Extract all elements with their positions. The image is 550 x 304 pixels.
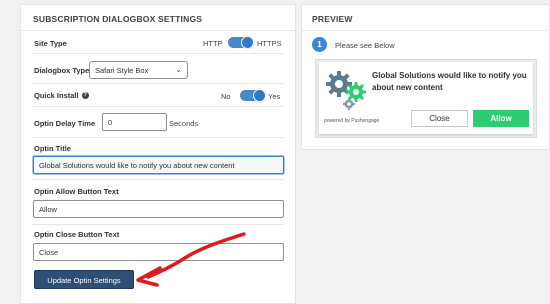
quick-install-label: Quick Install ? xyxy=(34,91,89,100)
settings-title: SUBSCRIPTION DIALOGBOX SETTINGS xyxy=(33,14,203,24)
divider xyxy=(32,53,284,54)
quick-install-off-label: No xyxy=(221,92,231,101)
quick-install-text: Quick Install xyxy=(34,91,79,100)
divider xyxy=(32,137,284,138)
divider xyxy=(301,30,550,31)
divider xyxy=(32,106,284,107)
optin-delay-label: Optin Delay Time xyxy=(34,119,96,128)
site-type-label: Site Type xyxy=(34,39,67,48)
preview-title: PREVIEW xyxy=(312,14,353,24)
site-type-on-label: HTTPS xyxy=(257,39,282,48)
step-badge: 1 xyxy=(312,37,327,52)
divider xyxy=(20,30,296,31)
allow-text-input[interactable]: Allow xyxy=(33,200,284,218)
update-optin-settings-button[interactable]: Update Optin Settings xyxy=(34,270,134,289)
allow-text-label: Optin Allow Button Text xyxy=(34,187,119,196)
site-type-off-label: HTTP xyxy=(203,39,223,48)
chevron-down-icon: ⌄ xyxy=(175,65,182,74)
optin-delay-unit: Seconds xyxy=(169,119,199,128)
step-text: Please see Below xyxy=(335,41,395,50)
red-arrow-icon xyxy=(136,232,246,287)
toggle-knob xyxy=(241,35,254,49)
divider xyxy=(32,83,284,84)
quick-install-toggle[interactable] xyxy=(240,88,266,102)
dialog-message: Global Solutions would like to notify yo… xyxy=(372,71,527,92)
dialogbox-type-label: Dialogbox Type xyxy=(34,66,90,75)
optin-title-label: Optin Title xyxy=(34,144,71,153)
quick-install-on-label: Yes xyxy=(268,92,281,101)
divider xyxy=(32,179,284,180)
close-text-label: Optin Close Button Text xyxy=(34,230,120,239)
divider xyxy=(32,224,284,225)
dialog-close-button[interactable]: Close xyxy=(411,110,468,127)
optin-delay-input[interactable]: 0 xyxy=(102,113,167,131)
help-icon[interactable]: ? xyxy=(81,92,89,99)
gears-icon xyxy=(326,71,366,110)
optin-title-input[interactable]: Global Solutions would like to notify yo… xyxy=(33,156,284,174)
dialogbox-type-select[interactable]: Safari Style Box ⌄ xyxy=(89,61,188,79)
site-type-toggle[interactable] xyxy=(228,35,254,49)
dialog-allow-button[interactable]: Allow xyxy=(473,110,529,127)
powered-by-text: powered by Pushengage xyxy=(324,118,380,124)
toggle-knob xyxy=(253,88,266,102)
dialogbox-type-value: Safari Style Box xyxy=(95,66,149,75)
